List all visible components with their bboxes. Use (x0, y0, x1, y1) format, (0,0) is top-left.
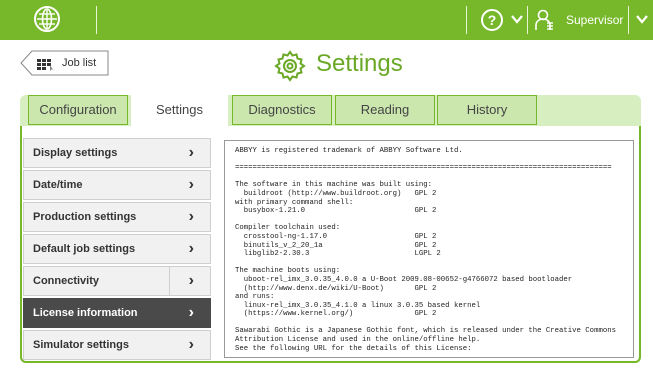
job-list-button[interactable]: Job list (20, 50, 110, 76)
chevron-right-icon: › (188, 144, 194, 161)
chevron-right-icon: › (188, 336, 194, 353)
user-label[interactable]: Supervisor (566, 13, 623, 27)
chevron-down-icon[interactable] (511, 13, 523, 27)
user-dropdown-chevron-icon[interactable] (636, 13, 648, 27)
menu-item-production-settings[interactable]: Production settings › (23, 202, 211, 232)
menu-item-label: Date/time (33, 179, 83, 191)
chevron-right-icon: › (188, 304, 194, 321)
toolbar-divider (628, 6, 629, 34)
menu-item-divider (169, 267, 170, 295)
menu-item-label: Production settings (33, 211, 137, 223)
menu-item-date-time[interactable]: Date/time › (23, 170, 211, 200)
menu-item-connectivity[interactable]: Connectivity › (23, 266, 211, 296)
chevron-right-icon: › (188, 208, 194, 225)
tab-configuration[interactable]: Configuration (28, 95, 128, 125)
menu-item-label: License information (33, 307, 138, 319)
job-list-label: Job list (62, 57, 97, 69)
chevron-right-icon: › (188, 176, 194, 193)
tab-history[interactable]: History (437, 95, 537, 125)
help-icon[interactable]: ? (481, 9, 503, 31)
chevron-right-icon: › (188, 272, 194, 289)
menu-item-default-job-settings[interactable]: Default job settings › (23, 234, 211, 264)
toolbar-divider (466, 6, 467, 34)
toolbar-divider (96, 6, 97, 34)
license-text: ABBYY is registered trademark of ABBYY S… (235, 147, 616, 353)
license-text-box[interactable]: ABBYY is registered trademark of ABBYY S… (224, 140, 634, 358)
globe-icon[interactable] (34, 6, 60, 32)
tab-diagnostics[interactable]: Diagnostics (232, 95, 332, 125)
top-bar: ? Supervisor (0, 0, 653, 40)
menu-item-label: Display settings (33, 147, 118, 159)
menu-item-simulator-settings[interactable]: Simulator settings › (23, 330, 211, 360)
tab-reading[interactable]: Reading (335, 95, 435, 125)
chevron-right-icon: › (188, 240, 194, 257)
toolbar-divider (527, 6, 528, 34)
tab-settings[interactable]: Settings (131, 95, 228, 127)
user-icon (535, 9, 555, 31)
menu-item-label: Default job settings (33, 243, 136, 255)
gear-icon (273, 49, 307, 83)
menu-item-license-information[interactable]: License information › (23, 298, 211, 328)
menu-item-label: Connectivity (33, 275, 100, 287)
menu-item-label: Simulator settings (33, 339, 129, 351)
job-list-icon (37, 58, 55, 71)
page-title: Settings (316, 50, 403, 77)
menu-item-display-settings[interactable]: Display settings › (23, 138, 211, 168)
